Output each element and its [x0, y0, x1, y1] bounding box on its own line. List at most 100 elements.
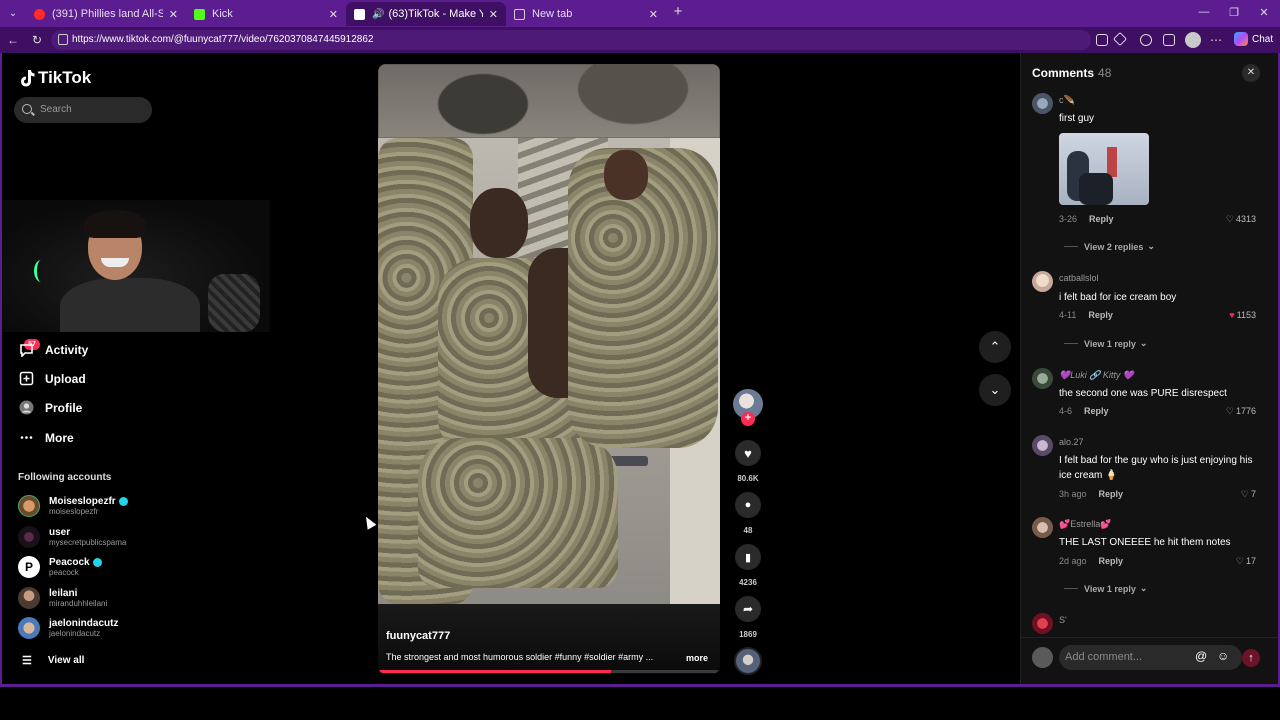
speaker-icon[interactable]: 🔊 — [372, 9, 384, 20]
view-all-following-button[interactable]: ☰ View all — [22, 654, 84, 667]
minimize-icon[interactable]: — — [1197, 6, 1211, 18]
browser-tab-newtab[interactable]: New tab ✕ — [506, 2, 666, 26]
tiktok-logo[interactable]: TikTok — [19, 68, 91, 88]
comment-username[interactable]: alo.27 — [1059, 437, 1084, 447]
back-icon[interactable]: ← — [5, 32, 21, 48]
comment-input[interactable]: Add comment... @ ☺ — [1059, 645, 1242, 670]
next-video-button[interactable]: ⌄ — [979, 374, 1011, 406]
browser-tab-youtube[interactable]: (391) Phillies land All-Star closer J...… — [26, 2, 186, 26]
comment-like-button[interactable]: ♡ 17 — [1210, 556, 1256, 567]
chevron-up-icon: ⌃ — [989, 339, 1001, 354]
copilot-icon — [1234, 32, 1248, 46]
reply-button[interactable]: Reply — [1088, 310, 1113, 320]
reader-icon[interactable] — [1096, 34, 1108, 46]
follow-plus-icon[interactable]: + — [741, 412, 755, 426]
following-account[interactable]: P Peacock peacock — [18, 556, 102, 578]
chevron-down-icon: ⌄ — [989, 382, 1001, 397]
video-progress-bar[interactable] — [378, 670, 720, 673]
close-tab-icon[interactable]: ✕ — [329, 8, 338, 21]
bookmark-icon: ▮ — [744, 551, 752, 564]
sidebar-item-more[interactable]: More — [19, 430, 74, 445]
refresh-icon[interactable]: ↻ — [29, 32, 45, 48]
music-disc-icon[interactable] — [734, 647, 762, 675]
kick-favicon-icon — [194, 8, 205, 20]
comment-button[interactable]: ● — [735, 492, 761, 518]
comment-username[interactable]: catballslol — [1059, 273, 1099, 283]
avatar[interactable] — [1032, 517, 1053, 538]
avatar[interactable] — [1032, 613, 1053, 634]
favorite-star-icon[interactable] — [1112, 31, 1128, 47]
extensions-icon[interactable] — [1140, 34, 1152, 46]
share-button[interactable]: ➦ — [735, 596, 761, 622]
following-account[interactable]: Moiseslopezfr moiseslopezfr — [18, 495, 128, 517]
url-text[interactable]: https://www.tiktok.com/@fuunycat777/vide… — [72, 34, 373, 45]
comment-text: THE LAST ONEEEE he hit them notes — [1059, 537, 1231, 548]
comment-meta: 2d ago Reply — [1059, 556, 1123, 566]
close-window-icon[interactable]: ✕ — [1257, 6, 1271, 19]
comment-like-button[interactable]: ♡ 7 — [1210, 489, 1256, 500]
avatar[interactable] — [1032, 271, 1053, 292]
save-button[interactable]: ▮ — [735, 544, 761, 570]
sidebar-item-profile[interactable]: Profile — [19, 400, 82, 415]
site-info-icon[interactable] — [58, 34, 68, 45]
comment-like-count: 1776 — [1235, 406, 1256, 416]
video-player[interactable] — [378, 64, 720, 674]
view-replies-button[interactable]: View 2 replies ⌄ — [1064, 241, 1155, 252]
close-comments-icon[interactable]: ✕ — [1242, 64, 1260, 82]
browser-tab-kick[interactable]: Kick ✕ — [186, 2, 346, 26]
avatar[interactable] — [1032, 93, 1053, 114]
send-comment-button[interactable]: ↑ — [1242, 649, 1260, 667]
sidebar-item-activity[interactable]: Activity — [19, 342, 88, 357]
following-account[interactable]: jaelonindacutz jaelonindacutz — [18, 617, 118, 639]
tab-list-icon[interactable]: ⌄ — [5, 6, 21, 22]
comment-username[interactable]: 💕Estrella💕 — [1059, 519, 1111, 530]
address-bar[interactable]: https://www.tiktok.com/@fuunycat777/vide… — [51, 30, 1091, 50]
following-account[interactable]: user mysecretpublicspama — [18, 526, 126, 548]
view-all-label: View all — [47, 655, 85, 666]
comment-bubble-icon: ● — [744, 499, 752, 511]
view-replies-label: View 1 reply — [1084, 583, 1136, 594]
window-border — [0, 53, 2, 687]
close-tab-icon[interactable]: ✕ — [169, 8, 178, 21]
new-tab-plus-icon[interactable]: + — [671, 4, 685, 19]
close-tab-icon[interactable]: ✕ — [489, 8, 498, 21]
comment-text: i felt bad for ice cream boy — [1059, 292, 1177, 303]
view-replies-button[interactable]: View 1 reply ⌄ — [1064, 583, 1147, 594]
avatar[interactable] — [1032, 368, 1053, 389]
browser-tab-tiktok[interactable]: 🔊 (63)TikTok - Make Your Day ✕ — [346, 2, 506, 26]
chevron-down-icon: ⌄ — [1139, 583, 1148, 593]
comment-like-count: 17 — [1245, 556, 1256, 566]
reply-button[interactable]: Reply — [1099, 556, 1124, 566]
comment-image[interactable] — [1059, 133, 1149, 205]
account-name: Peacock — [49, 557, 90, 568]
comment-username[interactable]: S' — [1059, 615, 1067, 625]
sidebar-item-upload[interactable]: Upload — [19, 371, 86, 386]
previous-video-button[interactable]: ⌃ — [979, 331, 1011, 363]
more-menu-icon[interactable]: ⋯ — [1208, 32, 1224, 48]
search-input[interactable]: Search — [14, 97, 152, 123]
following-account[interactable]: leilani miranduhhleilani — [18, 587, 107, 609]
reply-button[interactable]: Reply — [1084, 406, 1109, 416]
video-blurred-top — [378, 64, 720, 138]
copilot-chat-button[interactable]: Chat — [1234, 32, 1273, 46]
comment-like-button[interactable]: ♡ 1776 — [1210, 406, 1256, 417]
profile-avatar-icon[interactable] — [1185, 32, 1201, 48]
video-username[interactable]: fuunycat777 — [386, 630, 450, 642]
comment-date: 4-11 — [1059, 310, 1077, 320]
comment-like-button[interactable]: ♥ 1153 — [1210, 310, 1256, 320]
close-tab-icon[interactable]: ✕ — [649, 8, 658, 21]
comment-like-button[interactable]: ♡ 4313 — [1210, 214, 1256, 225]
reply-button[interactable]: Reply — [1099, 489, 1124, 499]
reply-button[interactable]: Reply — [1089, 214, 1114, 224]
comment-username[interactable]: c🪶 — [1059, 95, 1075, 106]
description-more-button[interactable]: more — [686, 653, 708, 663]
avatar[interactable] — [1032, 435, 1053, 456]
favorites-icon[interactable] — [1163, 34, 1175, 46]
account-name: Moiseslopezfr — [49, 496, 116, 507]
comment-username[interactable]: 💜Luki 🔗 Kitty 💜 — [1059, 370, 1134, 381]
like-button[interactable]: ♥ — [735, 440, 761, 466]
maximize-icon[interactable]: ❐ — [1227, 6, 1241, 19]
emoji-icon[interactable]: ☺ — [1217, 649, 1229, 663]
mention-icon[interactable]: @ — [1195, 649, 1207, 663]
view-replies-button[interactable]: View 1 reply ⌄ — [1064, 338, 1147, 349]
